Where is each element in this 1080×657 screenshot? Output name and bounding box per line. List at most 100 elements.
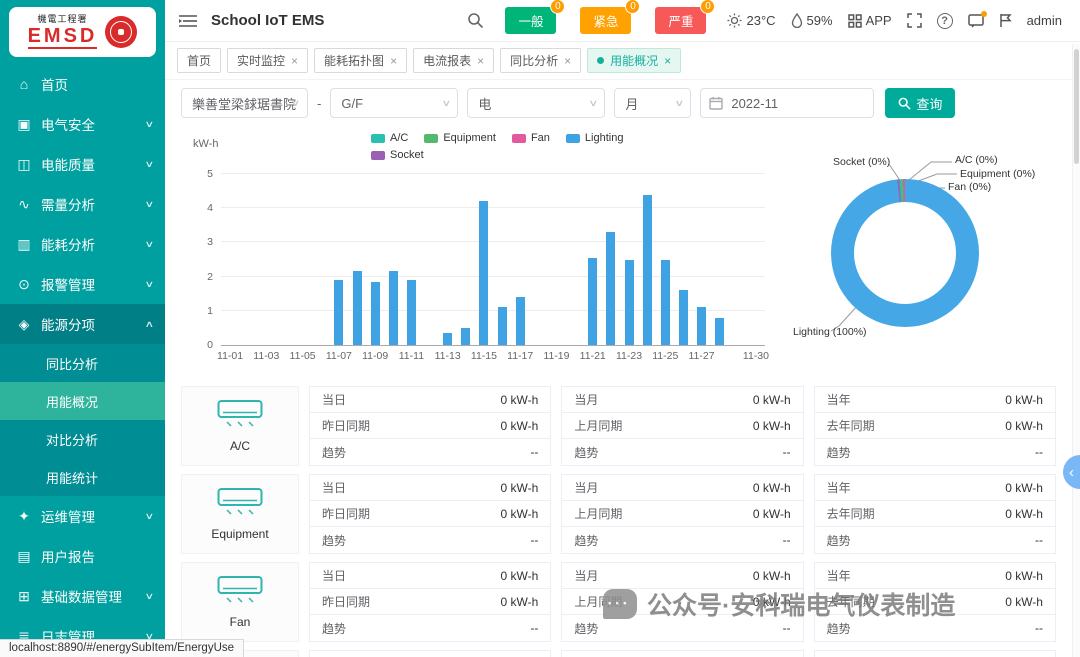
x-tick-label: 11-17 <box>507 350 533 362</box>
stat-cell: 当月0 kW-h <box>562 563 802 589</box>
sidebar-item-basic-data[interactable]: ⊞基础数据管理∨ <box>0 576 165 616</box>
sidebar-menu: ⌂首页▣电气安全∨◫电能质量∨∿需量分析∨▥能耗分析∨⊙报警管理∨◈能源分项∧同… <box>0 64 165 656</box>
message-icon[interactable] <box>968 14 984 28</box>
legend-item-a-c[interactable]: A/C <box>371 132 408 144</box>
x-tick-label: 11-30 <box>743 350 769 362</box>
tab-2[interactable]: 能耗拓扑图× <box>314 48 407 73</box>
home-icon: ⌂ <box>16 76 32 92</box>
bar-11-28 <box>715 318 724 345</box>
sidebar-item-energy-subitem[interactable]: ◈能源分项∧ <box>0 304 165 344</box>
stat-cell: 当月0 kW-h <box>562 387 802 413</box>
data-icon: ⊞ <box>16 588 32 605</box>
chevron-down-icon: ∨ <box>674 98 684 109</box>
chevron-down-icon: ∨ <box>145 279 155 290</box>
alarm-button-critical[interactable]: 严重0 <box>655 7 706 34</box>
sidebar-item-ops-management[interactable]: ✦运维管理∨ <box>0 496 165 536</box>
date-picker[interactable]: 2022-11 <box>700 88 874 118</box>
floor-select[interactable]: G/F ∨ <box>330 88 458 118</box>
stat-group: 当年0 kW-h去年同期0 kW-h趋势-- <box>814 386 1056 466</box>
y-tick-label: 4 <box>197 202 213 214</box>
help-icon[interactable]: ? <box>937 13 953 29</box>
scrollbar[interactable] <box>1072 44 1080 657</box>
user-menu[interactable]: admin <box>1027 13 1062 28</box>
legend-item-socket[interactable]: Socket <box>371 149 424 161</box>
stat-group: 当年0 kW-h去年同期0 kW-h趋势-- <box>814 474 1056 554</box>
app-item[interactable]: APP <box>848 13 892 28</box>
chevron-down-icon: ∨ <box>291 98 301 109</box>
donut-ring[interactable] <box>831 179 979 327</box>
legend-item-equipment[interactable]: Equipment <box>424 132 496 144</box>
hamburger-menu-icon[interactable] <box>179 14 197 28</box>
close-icon[interactable]: × <box>564 55 571 67</box>
tab-5[interactable]: 用能概况× <box>587 48 681 73</box>
bar-11-22 <box>606 232 615 345</box>
header: School IoT EMS 一般0紧急0严重0 23°C 59% APP <box>165 0 1080 42</box>
legend-row-2: Socket <box>371 149 623 161</box>
gridline <box>221 241 765 242</box>
stat-cell: 趋势-- <box>310 527 550 553</box>
sidebar-item-home[interactable]: ⌂首页 <box>0 64 165 104</box>
sidebar-item-user-report[interactable]: ▤用户报告 <box>0 536 165 576</box>
sidebar-item-power-quality[interactable]: ◫电能质量∨ <box>0 144 165 184</box>
alarm-button-general[interactable]: 一般0 <box>505 7 556 34</box>
category-cell: Equipment <box>181 474 299 554</box>
x-tick-label: 11-27 <box>688 350 714 362</box>
school-select[interactable]: 樂善堂梁銶琚書院 ∨ <box>181 88 308 118</box>
sidebar-item-yoy-analysis[interactable]: 同比分析 <box>0 344 165 382</box>
legend-item-fan[interactable]: Fan <box>512 132 550 144</box>
close-icon[interactable]: × <box>291 55 298 67</box>
energy-table: A/C当日0 kW-h昨日同期0 kW-h趋势--当月0 kW-h上月同期0 k… <box>181 386 1056 657</box>
bar-11-11 <box>407 280 416 345</box>
query-button[interactable]: 查询 <box>885 88 955 118</box>
energy-type-select[interactable]: 电 ∨ <box>467 88 605 118</box>
energy-row-fan: Fan当日0 kW-h昨日同期0 kW-h趋势--当月0 kW-h上月同期0 k… <box>181 562 1056 642</box>
sidebar-item-demand-analysis[interactable]: ∿需量分析∨ <box>0 184 165 224</box>
tab-3[interactable]: 电流报表× <box>413 48 494 73</box>
close-icon[interactable]: × <box>664 55 671 67</box>
report-icon: ▤ <box>16 548 32 565</box>
x-tick-label: 11-19 <box>543 350 569 362</box>
search-icon[interactable] <box>467 12 484 29</box>
emsd-logo: 機電工程署 EMSD <box>9 7 156 57</box>
legend-item-lighting[interactable]: Lighting <box>566 132 624 144</box>
tab-0[interactable]: 首页 <box>177 48 221 73</box>
close-icon[interactable]: × <box>390 55 397 67</box>
flag-icon[interactable] <box>999 13 1012 28</box>
sidebar-item-comparison-analysis[interactable]: 对比分析 <box>0 420 165 458</box>
filter-row: 樂善堂梁銶琚書院 ∨ - G/F ∨ 电 ∨ 月 ∨ 2022-11 查询 <box>165 80 1072 126</box>
badge-count: 0 <box>700 0 715 14</box>
x-tick-label: 11-07 <box>326 350 352 362</box>
bar-11-21 <box>588 258 597 345</box>
charts-panel: kW-h A/CEquipmentFanLighting Socket 0123… <box>181 126 1056 378</box>
x-tick-label: 11-11 <box>399 350 424 362</box>
sidebar-item-electrical-safety[interactable]: ▣电气安全∨ <box>0 104 165 144</box>
sidebar-item-energy-analysis[interactable]: ▥能耗分析∨ <box>0 224 165 264</box>
close-icon[interactable]: × <box>477 55 484 67</box>
fullscreen-icon[interactable] <box>907 13 922 28</box>
app-title: School IoT EMS <box>211 12 324 29</box>
sidebar-item-energy-statistics[interactable]: 用能统计 <box>0 458 165 496</box>
tab-1[interactable]: 实时监控× <box>227 48 308 73</box>
consumption-icon: ▥ <box>16 236 32 253</box>
chevron-down-icon: ∨ <box>145 159 155 170</box>
stat-cell: 上月同期0 kW-h <box>562 413 802 439</box>
stat-group: 当月0 kW-h上月同期0 kW-h趋势-- <box>561 562 803 642</box>
gridline <box>221 276 765 277</box>
equipment-icon <box>217 487 263 522</box>
stat-cell: 去年同期0 kW-h <box>815 589 1055 615</box>
sidebar-item-energy-overview[interactable]: 用能概况 <box>0 382 165 420</box>
period-select[interactable]: 月 ∨ <box>614 88 691 118</box>
x-tick-label: 11-09 <box>362 350 388 362</box>
stat-cell: 趋势-- <box>310 439 550 465</box>
scrollbar-thumb[interactable] <box>1074 49 1079 164</box>
stat-cell: 上月同期0 kW-h <box>562 501 802 527</box>
alarm-button-urgent[interactable]: 紧急0 <box>580 7 631 34</box>
tab-4[interactable]: 同比分析× <box>500 48 581 73</box>
bar-11-26 <box>679 290 688 345</box>
filter-separator: - <box>317 96 321 111</box>
stat-cell: 当年0 kW-h <box>815 475 1055 501</box>
stat-cell: 当日0 kW-h <box>310 563 550 589</box>
alarm-icon: ⊙ <box>16 276 32 293</box>
notification-dot <box>981 11 987 17</box>
sidebar-item-alarm-management[interactable]: ⊙报警管理∨ <box>0 264 165 304</box>
